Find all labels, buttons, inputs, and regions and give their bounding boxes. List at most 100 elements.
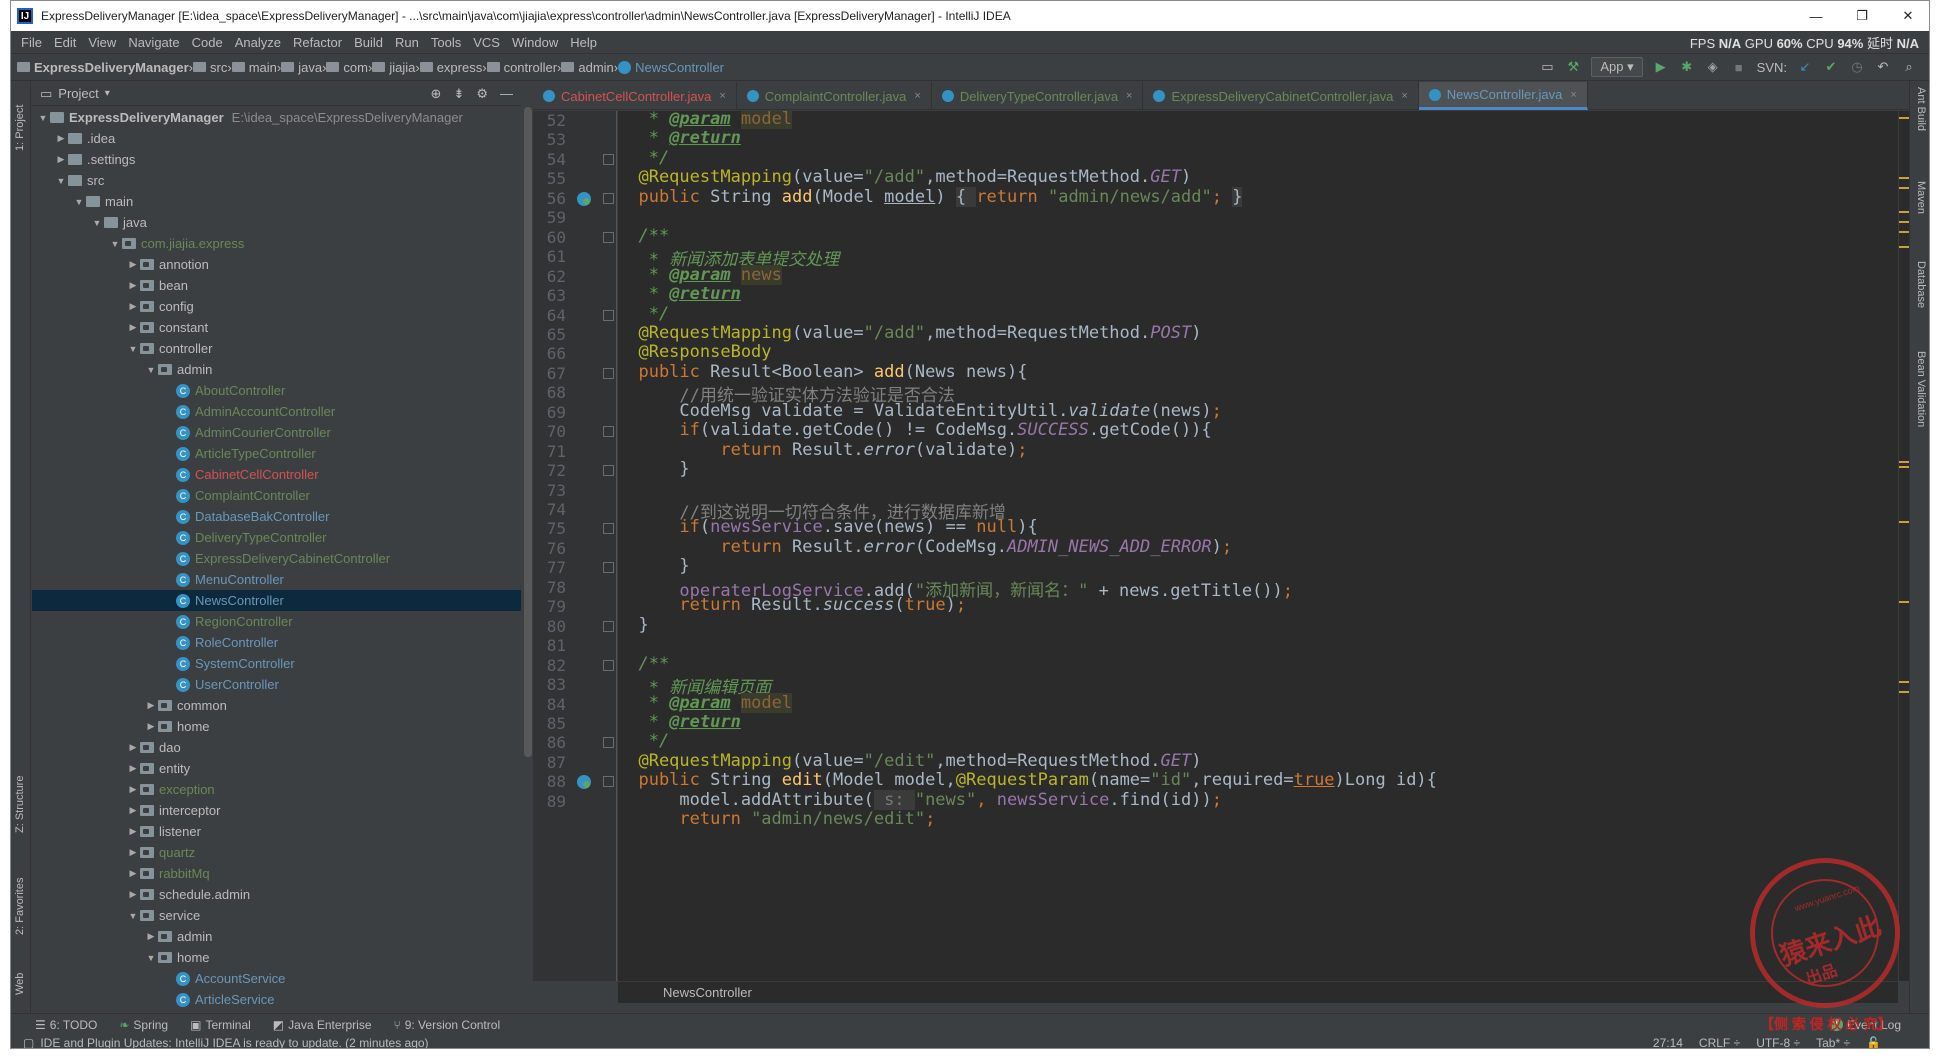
warning-stripe-mark[interactable]	[1899, 187, 1909, 189]
web-tool-tab[interactable]: Web	[14, 973, 26, 995]
editor-tab[interactable]: ExpressDeliveryCabinetController.java ×	[1143, 82, 1419, 110]
line-number[interactable]: 52	[533, 111, 566, 130]
tree-item[interactable]: ▶ bean	[32, 275, 521, 296]
restore-button[interactable]: ❐	[1839, 1, 1885, 31]
expand-arrow-icon[interactable]: ▶	[54, 154, 68, 165]
tree-item[interactable]: ▶ interceptor	[32, 800, 521, 821]
tree-item[interactable]: ▼ com.jiajia.express	[32, 233, 521, 254]
tree-item[interactable]: ▶ constant	[32, 317, 521, 338]
tree-item[interactable]: C AccountService	[32, 968, 521, 989]
warning-stripe-mark[interactable]	[1899, 681, 1909, 683]
tree-item[interactable]: C DeliveryTypeController	[32, 527, 521, 548]
fold-marker-icon[interactable]	[603, 523, 614, 535]
caret-position[interactable]: 27:14	[1653, 1036, 1683, 1049]
warning-stripe-mark[interactable]	[1899, 231, 1909, 233]
tree-item[interactable]: C NewsController	[32, 590, 521, 611]
bean-validation-tab[interactable]: Bean Validation	[1915, 351, 1927, 427]
tree-item[interactable]: ▼ home	[32, 947, 521, 968]
code-line[interactable]: }	[618, 459, 689, 483]
tree-item[interactable]: C ComplaintController	[32, 485, 521, 506]
line-number[interactable]: 54	[533, 150, 566, 169]
tree-item[interactable]: ▼ src	[32, 170, 521, 191]
expand-arrow-icon[interactable]: ▶	[126, 322, 140, 333]
fold-marker-icon[interactable]	[603, 620, 614, 632]
tree-item[interactable]: ▼ ExpressDeliveryManager E:\idea_space\Exp…	[32, 107, 521, 128]
menu-code[interactable]: Code	[186, 35, 229, 50]
expand-arrow-icon[interactable]: ▶	[126, 280, 140, 291]
editor-tab[interactable]: NewsController.java ×	[1418, 82, 1588, 110]
breadcrumb-item[interactable]: controller	[486, 60, 557, 75]
version-control-tool-button[interactable]: ⑂ 9: Version Control	[394, 1018, 501, 1032]
warning-stripe-mark[interactable]	[1899, 117, 1909, 119]
database-tab[interactable]: Database	[1915, 261, 1927, 308]
line-number[interactable]: 62	[533, 267, 566, 286]
tree-item[interactable]: C UserController	[32, 674, 521, 695]
tree-item[interactable]: ▼ java	[32, 212, 521, 233]
warning-stripe-mark[interactable]	[1899, 177, 1909, 179]
tree-item[interactable]: C ExpressDeliveryCabinetController	[32, 548, 521, 569]
line-number[interactable]: 72	[533, 461, 566, 480]
maven-tab[interactable]: Maven	[1915, 181, 1927, 214]
fold-marker-icon[interactable]	[603, 231, 614, 243]
line-number[interactable]: 53	[533, 130, 566, 149]
expand-arrow-icon[interactable]: ▶	[126, 301, 140, 312]
tree-item[interactable]: C DatabaseBakController	[32, 506, 521, 527]
close-tab-icon[interactable]: ×	[914, 90, 920, 102]
menu-tools[interactable]: Tools	[425, 35, 467, 50]
warning-stripe-mark[interactable]	[1899, 221, 1909, 223]
breadcrumb-item[interactable]: com	[326, 60, 368, 75]
tree-item[interactable]: ▶ home	[32, 716, 521, 737]
line-number[interactable]: 60	[533, 228, 566, 247]
tree-item[interactable]: ▼ admin	[32, 359, 521, 380]
breadcrumb-item[interactable]: src	[193, 60, 227, 75]
line-separator[interactable]: CRLF ÷	[1699, 1036, 1740, 1049]
close-tab-icon[interactable]: ×	[1126, 90, 1132, 102]
project-tree-scrollbar[interactable]	[524, 107, 532, 757]
run-icon[interactable]: ▶	[1653, 59, 1669, 75]
line-number[interactable]: 78	[533, 578, 566, 597]
revert-icon[interactable]: ↶	[1875, 59, 1891, 75]
spring-tool-button[interactable]: ❧ Spring	[119, 1018, 168, 1032]
code-line[interactable]: public String add(Model model) { return …	[618, 186, 1243, 211]
tree-item[interactable]: C MenuController	[32, 569, 521, 590]
tree-item[interactable]: ▼ service	[32, 905, 521, 926]
project-view-title[interactable]: Project	[58, 86, 98, 101]
expand-arrow-icon[interactable]: ▼	[90, 218, 104, 228]
svn-commit-icon[interactable]: ✔	[1823, 59, 1839, 75]
warning-stripe-mark[interactable]	[1899, 466, 1909, 468]
tree-item[interactable]: C AdminCourierController	[32, 422, 521, 443]
locate-file-icon[interactable]: ⊕	[431, 86, 442, 102]
tree-item[interactable]: C ArticleTypeController	[32, 443, 521, 464]
line-number[interactable]: 59	[533, 208, 566, 227]
structure-tool-tab[interactable]: Z: Structure	[14, 776, 26, 833]
editor-tab[interactable]: ComplaintController.java ×	[737, 82, 932, 110]
fold-marker-icon[interactable]	[603, 192, 614, 204]
menu-build[interactable]: Build	[348, 35, 389, 50]
gear-icon[interactable]: ⚙	[476, 86, 488, 102]
svn-update-icon[interactable]: ↙	[1797, 59, 1813, 75]
status-toggle-icon[interactable]: ▢	[23, 1036, 34, 1049]
expand-arrow-icon[interactable]: ▼	[144, 365, 158, 375]
run-config-select[interactable]: App ▾	[1591, 57, 1643, 77]
expand-arrow-icon[interactable]: ▼	[54, 176, 68, 186]
coverage-icon[interactable]: ◈	[1705, 59, 1721, 75]
tree-item[interactable]: ▶ exception	[32, 779, 521, 800]
menu-run[interactable]: Run	[389, 35, 425, 50]
tree-item[interactable]: ▶ common	[32, 695, 521, 716]
fold-marker-icon[interactable]	[603, 153, 614, 165]
fold-marker-icon[interactable]	[603, 309, 614, 321]
line-number[interactable]: 80	[533, 617, 566, 636]
terminal-tool-button[interactable]: ▣ Terminal	[190, 1018, 251, 1032]
line-number[interactable]: 73	[533, 481, 566, 500]
close-tab-icon[interactable]: ×	[719, 90, 725, 102]
tree-item[interactable]: ▶ .idea	[32, 128, 521, 149]
line-number[interactable]: 86	[533, 733, 566, 752]
line-number[interactable]: 61	[533, 247, 566, 266]
minimize-button[interactable]: —	[1793, 1, 1839, 31]
code-line[interactable]: return Result.success(true);	[618, 595, 966, 619]
tree-item[interactable]: C AboutController	[32, 380, 521, 401]
menu-refactor[interactable]: Refactor	[287, 35, 348, 50]
line-number[interactable]: 79	[533, 597, 566, 616]
fold-marker-icon[interactable]	[603, 737, 614, 749]
spring-bean-gutter-icon[interactable]	[577, 191, 591, 206]
